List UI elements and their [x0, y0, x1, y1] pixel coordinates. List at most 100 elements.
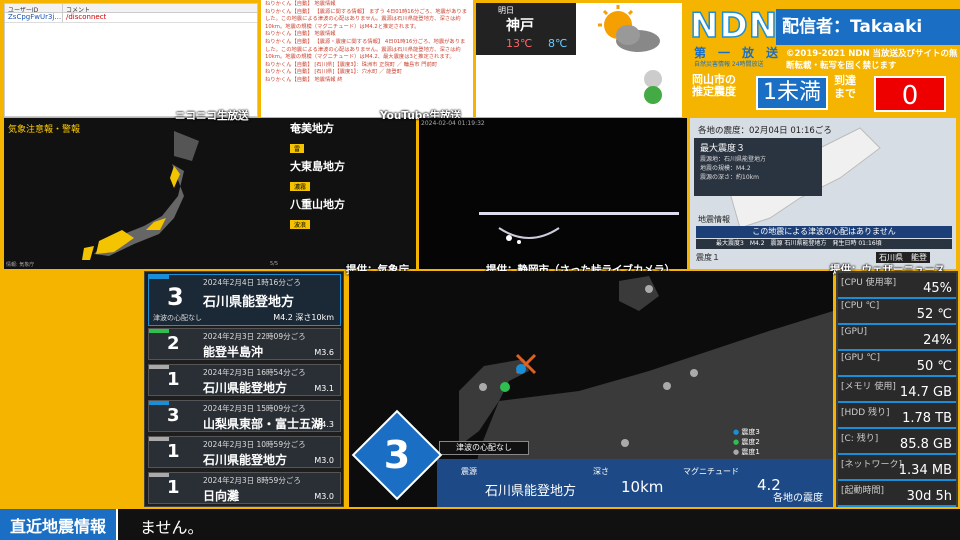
news-ticker: 直近地震情報 ません。 [0, 509, 960, 540]
list-item[interactable]: 1 2024年2月3日 16時54分ごろ 石川県能登地方 M3.1 [148, 364, 341, 396]
list-item[interactable]: 1 2024年2月3日 10時59分ごろ 石川県能登地方 M3.0 [148, 436, 341, 468]
copyright: ©2019-2021 NDN 当放送及びサイトの無断転載・転写を固く禁じます [786, 49, 958, 71]
eq-intensity: 1 [167, 441, 180, 462]
area-name: 八重山地方 [290, 198, 345, 211]
eq-intensity: 3 [167, 405, 180, 426]
epi-label: 震源 [461, 467, 477, 476]
night-scene [479, 212, 679, 244]
area-badge: 雷 [290, 144, 305, 153]
col-user: ユーザーID [5, 4, 63, 14]
epi-name: 石川県能登地方 [485, 484, 577, 499]
eq-time: 2024年2月3日 16時54分ごろ [203, 368, 306, 377]
ticker-text: ません。 [140, 518, 204, 537]
stat-value: 1.34 MB [898, 463, 952, 478]
ndn-logo: NDN [689, 5, 779, 47]
info-depth: 震源の深さ：約10km [700, 174, 759, 181]
bot-log: ねりかくん【自動】 地震情報 ねりかくん【自動】 【震源に関する情報】 まずう … [261, 0, 473, 117]
comment: /disconnect [66, 13, 107, 21]
legend-item: 震度1 [741, 448, 760, 456]
stat-key: [HDD 残り] [841, 408, 890, 418]
warning-title: 気象注意報・警報 [8, 125, 81, 135]
col-comment: コメント [66, 7, 91, 14]
stat-value: 24% [923, 333, 952, 348]
weather-panel: 明日 神戸 13℃ 8℃ [476, 3, 682, 117]
list-item[interactable]: 3 2024年2月4日 1時16分ごろ 石川県能登地方 M4.2 深さ10km … [148, 274, 341, 326]
info-max: 最大震度３ [700, 144, 746, 154]
ndn-header: NDN 配信者：Takaaki 第 一 放 送 自然災害情報 24時間放送 ©2… [689, 4, 960, 118]
eq-place: 山梨県東部・富士五湖 [203, 417, 324, 431]
depth-value: 10km [621, 478, 664, 496]
warning-areas: 奄美地方 雷 大東島地方 濃霧 八重山地方 波浪 [290, 120, 345, 231]
page-indicator: 5/5 [270, 261, 279, 267]
eq-place: 日向灘 [203, 489, 240, 503]
main-intensity: 3 [383, 433, 411, 477]
each-intensity-label: 各地の震度 [773, 493, 823, 504]
area-badge: 波浪 [290, 220, 311, 229]
stat-key: [GPU ℃] [841, 353, 880, 363]
weather-high: 13℃ [506, 37, 533, 50]
info-tsunami: この地震による津波の心配はありません [696, 226, 952, 238]
log-line: ねりかくん【自動】 地震情報 [265, 31, 336, 38]
user-id: ZsCpgFwUr3j... [5, 13, 63, 22]
eq-note: 津波の心配なし [153, 314, 202, 322]
stat-value: 52 ℃ [916, 307, 952, 322]
camera-timestamp: 2024-02-04 01:19:32 [421, 120, 485, 127]
eq-time: 2024年2月3日 10時59分ごろ [203, 440, 306, 449]
stat-value: 14.7 GB [899, 385, 952, 400]
log-line: ねりかくん【自動】 地震情報 [265, 1, 336, 7]
weather-low: 8℃ [548, 37, 568, 50]
stat-key: [C: 残り] [841, 434, 879, 444]
caster-label: 配信者：Takaaki [776, 9, 960, 45]
log-line: ねりかくん【自動】 【震源に関する情報】 まずう 4日01時16分ごろ、地震があ… [265, 8, 467, 30]
tsunami-box: 津波の心配なし [439, 441, 529, 455]
list-item[interactable]: 1 2024年2月3日 8時59分ごろ 日向灘 M3.0 [148, 472, 341, 504]
mascot-icon [644, 70, 662, 104]
stat-key: [メモリ 使用] [841, 382, 896, 392]
eq-mag: M3.6 [314, 348, 334, 357]
info-badge: 地震情報 [698, 215, 730, 224]
map-footer: 情報: 気象庁 [6, 262, 35, 268]
log-line: ねりかくん【自動】 【震源・震度に関する情報】 4日01時16分ごろ、地震があり… [265, 38, 466, 61]
legend-item: 震度2 [741, 438, 760, 446]
info-level: 震度１ [696, 253, 720, 262]
earthquake-list: 3 2024年2月4日 1時16分ごろ 石川県能登地方 M4.2 深さ10km … [144, 271, 344, 507]
eq-intensity: 1 [167, 477, 180, 498]
log-line: ねりかくん【自動】 [石川県]【震度1】：穴水町 ／ 能登町 [265, 69, 403, 76]
stat-value: 45% [923, 281, 952, 296]
ticker-label: 直近地震情報 [0, 509, 119, 540]
eq-intensity: 3 [167, 283, 184, 311]
list-item[interactable]: 2 2024年2月3日 22時09分ごろ 能登半島沖 M3.6 [148, 328, 341, 360]
info-epi: 震源地：石川県能登地方 [700, 156, 767, 163]
nico-caption: ニコニコ生放送 [175, 110, 249, 122]
stat-key: [起動時間] [841, 486, 885, 496]
stat-value: 30d 5h [906, 489, 952, 504]
eq-time: 2024年2月3日 8時59分ごろ [203, 476, 301, 485]
stat-value: 50 ℃ [916, 359, 952, 374]
estimated-intensity: 1未満 [756, 76, 828, 110]
okayama-text: 岡山市の 推定震度 [692, 73, 736, 98]
eq-mag: M4.2 深さ10km [273, 313, 334, 322]
map-legend: ● 震度3 ● 震度2 ● 震度1 [733, 428, 760, 456]
stat-value: 1.78 TB [902, 411, 952, 426]
table-row[interactable]: ZsCpgFwUr3j.../disconnect [5, 13, 257, 23]
stat-key: [CPU 使用率] [841, 278, 897, 288]
arrival-label: 到達 まで [834, 74, 856, 100]
eq-place: 能登半島沖 [203, 345, 264, 359]
eq-mag: M3.1 [314, 384, 334, 393]
info-mag: 地震の規模：M4.2 [700, 165, 751, 172]
eq-time: 2024年2月3日 22時09分ごろ [203, 332, 306, 341]
area-name: 大東島地方 [290, 160, 345, 173]
stat-key: [CPU ℃] [841, 301, 880, 311]
live-camera-panel: 2024-02-04 01:19:32 [419, 118, 687, 269]
weather-city: 神戸 [506, 18, 534, 34]
area-name: 奄美地方 [290, 122, 334, 135]
eq-place: 石川県能登地方 [203, 453, 288, 467]
eq-place: 石川県能登地方 [203, 381, 288, 395]
mag-label: マグニチュード [683, 467, 739, 476]
eq-intensity: 1 [167, 369, 180, 390]
list-item[interactable]: 3 2024年2月3日 15時09分ごろ 山梨県東部・富士五湖 M4.3 [148, 400, 341, 432]
info-bottom: 最大震度3 M4.2 震源 石川県能登地方 発生日時 01:16頃 [696, 239, 952, 249]
arrival-text: 到達 まで [834, 74, 856, 100]
eq-mag: M3.0 [314, 492, 334, 501]
log-line: ねりかくん【自動】 地震情報 終 [265, 76, 343, 83]
